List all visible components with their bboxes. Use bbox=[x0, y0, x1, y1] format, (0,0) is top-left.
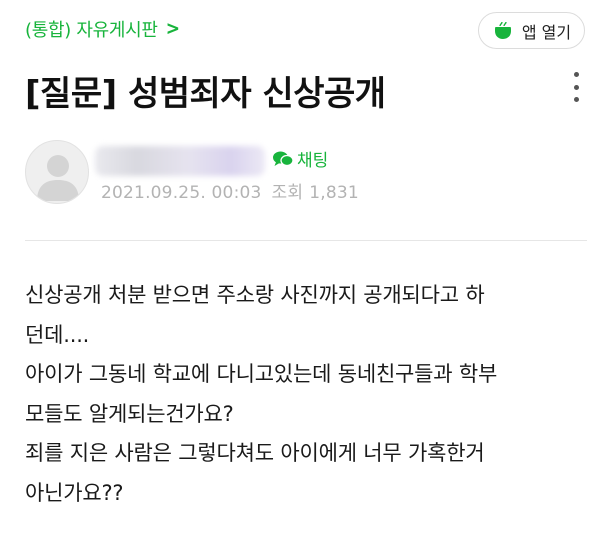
open-app-button[interactable]: 앱 열기 bbox=[478, 12, 585, 49]
body-line: 죄를 지은 사람은 그렇다쳐도 아이에게 너무 가혹한거 bbox=[25, 441, 485, 465]
body-line: 아이가 그동네 학교에 다니고있는데 동네친구들과 학부 bbox=[25, 362, 498, 386]
default-avatar-icon[interactable] bbox=[25, 140, 89, 204]
post-meta: 2021.09.25. 00:03 조회 1,831 bbox=[101, 178, 359, 203]
views-count: 1,831 bbox=[309, 183, 359, 203]
more-dot bbox=[573, 72, 579, 77]
body-line: 모들도 알게되는건가요? bbox=[25, 401, 234, 426]
post-body: 신상공개 처분 받으면 주소랑 사진까지 공개되다고 하 던데.... 아이가 … bbox=[25, 276, 590, 513]
post-date: 2021.09.25. 00:03 bbox=[101, 183, 262, 203]
body-line: 아닌가요?? bbox=[25, 480, 124, 505]
chat-button[interactable]: 채팅 bbox=[272, 146, 328, 171]
more-vertical-icon[interactable] bbox=[566, 72, 586, 102]
chat-label: 채팅 bbox=[297, 151, 329, 171]
post-title: [질문] 성범죄자 신상공개 bbox=[25, 74, 386, 114]
views-label: 조회 bbox=[271, 183, 304, 203]
open-app-label: 앱 열기 bbox=[521, 22, 572, 42]
body-line: 던데.... bbox=[25, 322, 90, 347]
author-section: 채팅 2021.09.25. 00:03 조회 1,831 bbox=[25, 140, 595, 212]
divider bbox=[25, 240, 587, 241]
chat-bubble-icon bbox=[273, 151, 294, 166]
body-line: 신상공개 처분 받으면 주소랑 사진까지 공개되다고 하 bbox=[25, 283, 485, 307]
author-nickname-blurred bbox=[95, 146, 265, 176]
cup-icon bbox=[494, 21, 511, 39]
more-dot bbox=[573, 97, 579, 102]
top-bar: (통합) 자유게시판 > 앱 열기 bbox=[0, 0, 612, 58]
board-link[interactable]: (통합) 자유게시판 > bbox=[25, 16, 180, 42]
more-dot bbox=[573, 84, 579, 90]
chevron-right-icon: > bbox=[165, 18, 180, 40]
board-link-label: (통합) 자유게시판 bbox=[25, 20, 158, 41]
